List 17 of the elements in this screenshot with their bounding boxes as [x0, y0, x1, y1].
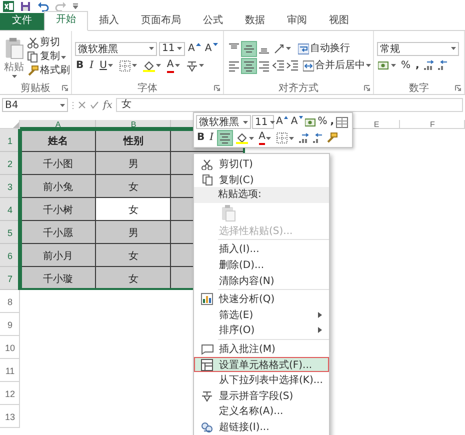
- table-cell: 女: [96, 175, 171, 198]
- table-cell: 千小图: [20, 152, 96, 175]
- table-cell: 前小兔: [20, 175, 96, 198]
- table-cell: 前小月: [20, 244, 96, 267]
- table-cell: 男: [96, 152, 171, 175]
- table-cell: 千小树: [20, 198, 96, 221]
- group-label: 对齐方式: [278, 82, 318, 95]
- table-cell: 女: [96, 198, 171, 221]
- menu-section-header: 粘贴选项:: [194, 187, 329, 203]
- group-label: 剪贴板: [20, 82, 50, 95]
- group-label: 数字: [409, 82, 429, 95]
- table-cell: 性别: [96, 129, 171, 152]
- group-label: 字体: [138, 82, 158, 95]
- table-cell: 千小愿: [20, 221, 96, 244]
- table-cell: 女: [96, 244, 171, 267]
- table-cell: 男: [96, 221, 171, 244]
- table-cell: 女: [96, 267, 171, 290]
